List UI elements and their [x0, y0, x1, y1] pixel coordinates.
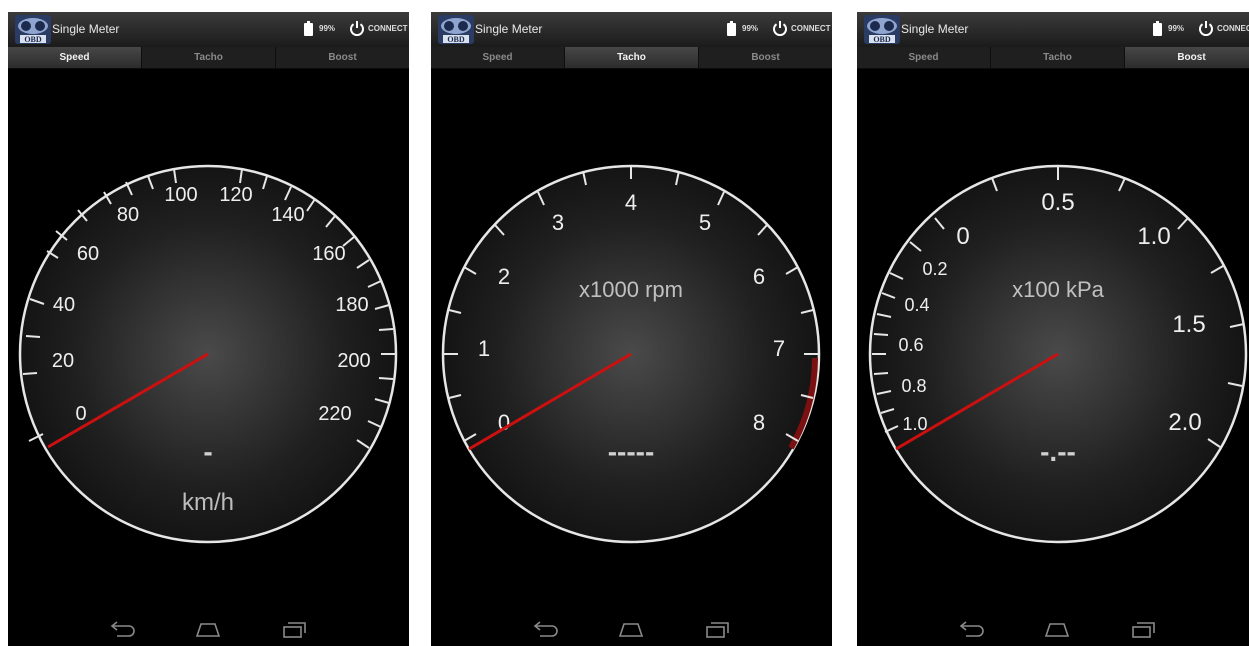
battery-percentage: 99% [319, 24, 336, 33]
battery-icon [727, 21, 736, 36]
tab-bar: Speed Tacho Boost [431, 47, 832, 69]
power-icon[interactable] [1198, 20, 1214, 36]
obd-logo-icon[interactable]: OBD [14, 14, 52, 45]
tab-speed[interactable]: Speed [857, 47, 991, 68]
action-bar: OBD Single Meter 99% CONNECT [857, 12, 1249, 47]
unit-label: x1000 rpm [579, 277, 683, 302]
phone-screen-boost: OBD Single Meter 99% CONNECT Speed Tacho… [857, 12, 1249, 646]
recents-icon[interactable] [703, 620, 731, 638]
home-icon[interactable] [617, 620, 645, 638]
gauge-label: 3 [552, 210, 564, 235]
back-icon[interactable] [958, 620, 986, 638]
connect-button[interactable]: CONNECT [368, 24, 408, 33]
unit-label: x100 kPa [1012, 277, 1104, 302]
gauge-label: 80 [117, 204, 139, 226]
app-title: Single Meter [475, 22, 543, 36]
connect-button[interactable]: CONNECT [1217, 24, 1249, 33]
gauge-label: 20 [52, 350, 74, 372]
gauge-label: 100 [164, 184, 197, 206]
gauge-label: 0.5 [1041, 189, 1074, 216]
gauge-label: 7 [773, 336, 785, 361]
boost-readout: -.-- [1040, 436, 1076, 467]
system-nav-bar [431, 610, 832, 646]
svg-text:OBD: OBD [447, 35, 465, 44]
gauge-label: 40 [53, 294, 75, 316]
tab-tacho[interactable]: Tacho [142, 47, 276, 68]
gauge-label: 0.4 [904, 295, 929, 315]
gauge-label: 220 [318, 403, 351, 425]
action-bar: OBD Single Meter 99% CONNECT [8, 12, 409, 47]
back-icon[interactable] [109, 620, 137, 638]
battery-percentage: 99% [1168, 24, 1185, 33]
speed-gauge: 0 20 40 60 80 100 120 140 160 180 200 22… [18, 164, 398, 544]
gauge-label: 140 [271, 204, 304, 226]
tab-speed[interactable]: Speed [431, 47, 565, 68]
tab-boost[interactable]: Boost [699, 47, 832, 68]
gauge-label: 5 [699, 210, 711, 235]
battery-icon [1153, 21, 1162, 36]
battery-icon [304, 21, 313, 36]
phone-screen-tacho: OBD Single Meter 99% CONNECT Speed Tacho… [431, 12, 832, 646]
gauge-label: 0 [956, 223, 969, 250]
gauge-label: 0.8 [901, 376, 926, 396]
connect-button[interactable]: CONNECT [791, 24, 831, 33]
power-icon[interactable] [349, 20, 365, 36]
gauge-label: 4 [625, 190, 637, 215]
rpm-readout: ----- [608, 436, 655, 467]
gauge-label: 120 [219, 184, 252, 206]
home-icon[interactable] [1043, 620, 1071, 638]
gauge-label: 0 [75, 403, 86, 425]
tab-tacho[interactable]: Tacho [565, 47, 699, 68]
boost-gauge: 1.0 0.8 0.6 0.4 0.2 0 0.5 1.0 1.5 2.0 x1… [868, 164, 1248, 544]
tab-bar: Speed Tacho Boost [8, 47, 409, 69]
app-title: Single Meter [901, 22, 969, 36]
speed-readout: - [203, 436, 212, 467]
gauge-label: 0.6 [898, 335, 923, 355]
svg-text:OBD: OBD [24, 35, 42, 44]
back-icon[interactable] [532, 620, 560, 638]
gauge-label: 8 [753, 410, 765, 435]
gauge-label: 2.0 [1168, 409, 1201, 436]
svg-text:OBD: OBD [873, 35, 891, 44]
app-title: Single Meter [52, 22, 120, 36]
tab-boost[interactable]: Boost [1125, 47, 1249, 68]
tab-bar: Speed Tacho Boost [857, 47, 1249, 69]
gauge-label: 6 [753, 264, 765, 289]
gauge-label: 60 [77, 243, 99, 265]
gauge-label: 160 [312, 243, 345, 265]
gauge-label: 0.2 [922, 259, 947, 279]
gauge-label: 2 [498, 264, 510, 289]
obd-logo-icon[interactable]: OBD [437, 14, 475, 45]
gauge-label: 1 [478, 336, 490, 361]
gauge-label: 180 [335, 294, 368, 316]
phone-screen-speed: OBD Single Meter 99% CONNECT Speed Tacho… [8, 12, 409, 646]
action-bar: OBD Single Meter 99% CONNECT [431, 12, 832, 47]
recents-icon[interactable] [1129, 620, 1157, 638]
gauge-label: 1.0 [1137, 223, 1170, 250]
obd-logo-icon[interactable]: OBD [863, 14, 901, 45]
tab-speed[interactable]: Speed [8, 47, 142, 68]
system-nav-bar [857, 610, 1249, 646]
home-icon[interactable] [194, 620, 222, 638]
tab-tacho[interactable]: Tacho [991, 47, 1125, 68]
gauge-label: 1.5 [1172, 311, 1205, 338]
battery-percentage: 99% [742, 24, 759, 33]
power-icon[interactable] [772, 20, 788, 36]
tab-boost[interactable]: Boost [276, 47, 409, 68]
recents-icon[interactable] [280, 620, 308, 638]
unit-label: km/h [182, 489, 234, 516]
gauge-label: 200 [337, 350, 370, 372]
system-nav-bar [8, 610, 409, 646]
tacho-gauge: 0 1 2 3 4 5 6 7 8 x1000 rpm ----- [441, 164, 821, 544]
